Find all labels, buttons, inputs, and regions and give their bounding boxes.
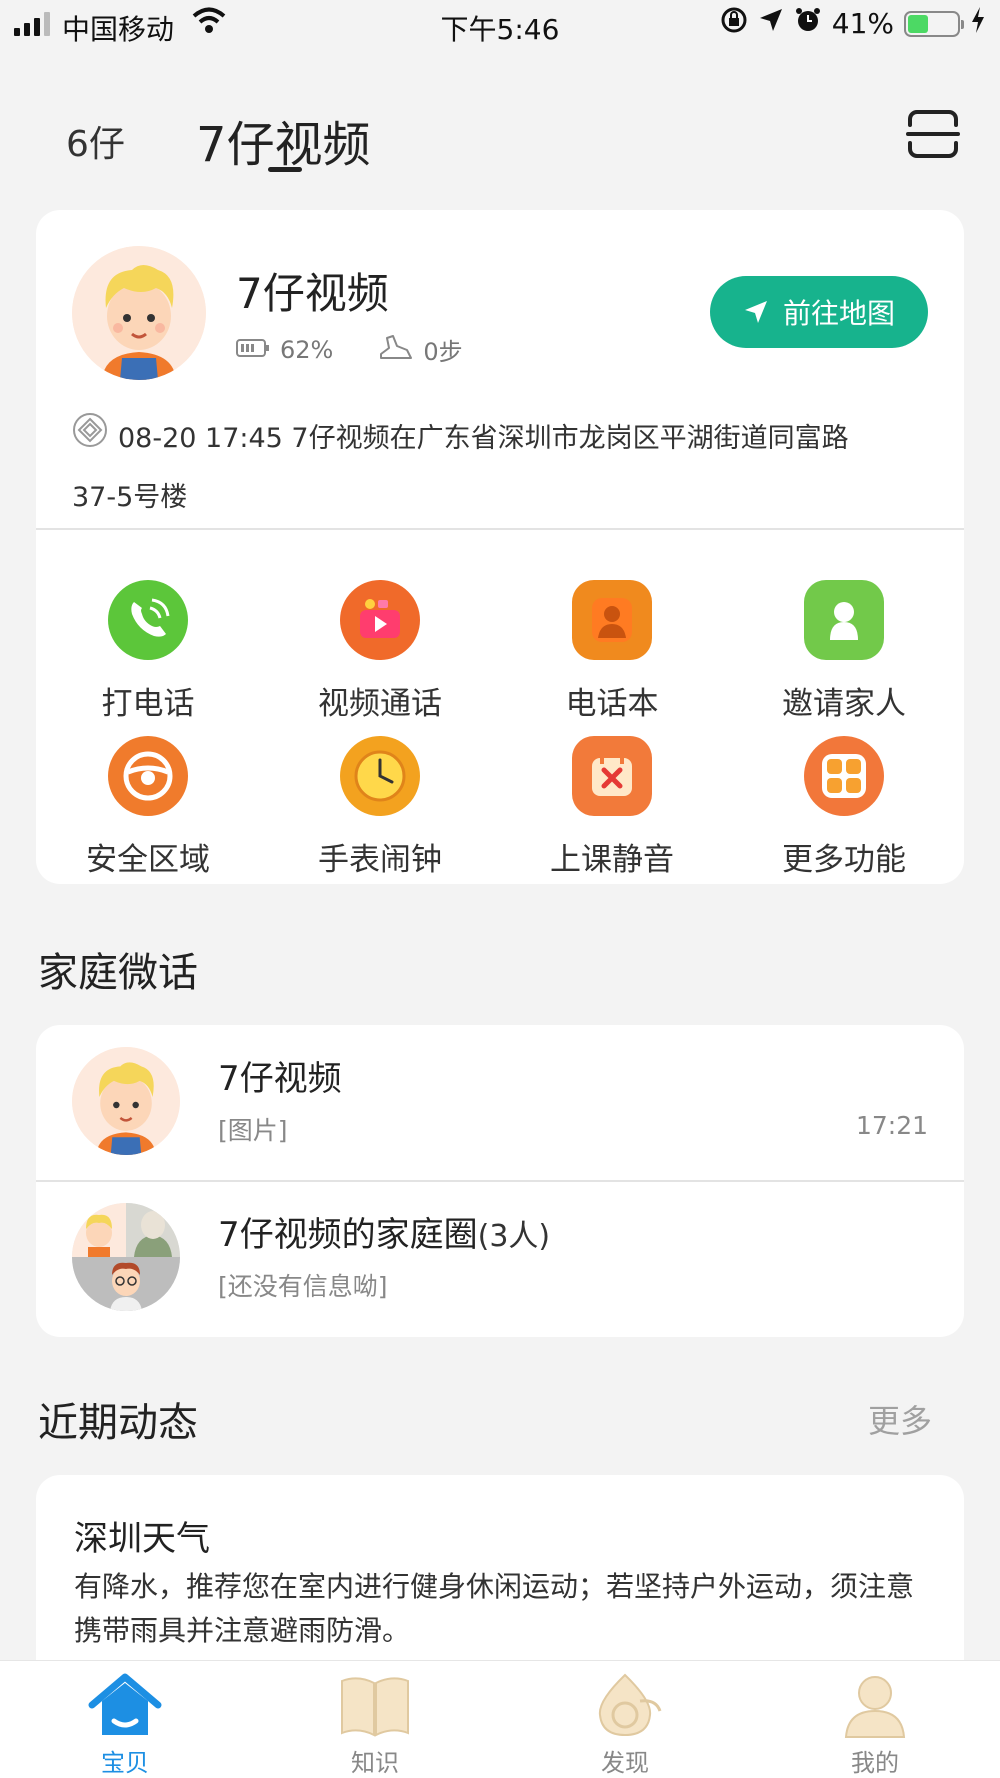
feature-class-mute[interactable]: 上课静音 [522, 724, 702, 884]
weather-title: 深圳天气 [74, 1519, 210, 1559]
book-icon [336, 1671, 414, 1739]
child-name: 7仔视频 [236, 269, 389, 318]
rotation-lock-icon [720, 6, 748, 41]
feature-watch-alarm-label: 手表闹钟 [318, 842, 442, 878]
feature-safe-zone-label: 安全区域 [86, 842, 210, 878]
invite-family-icon [804, 580, 884, 660]
child-avatar[interactable] [72, 246, 206, 380]
nav-baby[interactable]: 宝贝 [0, 1661, 250, 1778]
location-text-line1: 08-20 17:45 7仔视频在广东省深圳市龙岗区平湖街道同富路 [118, 423, 849, 454]
feature-invite-family[interactable]: 邀请家人 [754, 568, 934, 728]
charging-icon [970, 6, 986, 41]
feature-safe-zone[interactable]: 安全区域 [58, 724, 238, 884]
alarm-icon [794, 6, 822, 41]
class-mute-icon [572, 736, 652, 816]
battery-level-icon [236, 336, 270, 364]
nav-discover[interactable]: 发现 [500, 1661, 750, 1778]
location-arrow-icon [758, 7, 784, 40]
tab-child-6[interactable]: 6仔 [66, 115, 125, 167]
feature-video-call[interactable]: 视频通话 [290, 568, 470, 728]
navigation-arrow-icon [744, 301, 767, 323]
feature-class-mute-label: 上课静音 [550, 842, 674, 878]
tab-child-7[interactable]: 7仔视频 [196, 105, 371, 175]
nav-knowledge[interactable]: 知识 [250, 1661, 500, 1778]
feature-invite-family-label: 邀请家人 [782, 686, 906, 722]
battery-level-value: 62% [280, 335, 334, 364]
feature-grid: 打电话 视频通话 电话本 邀请家人 安全区域 手表闹钟 上课静音 更多功能 [36, 550, 964, 884]
feature-contacts-label: 电话本 [565, 686, 659, 722]
battery-percent: 41% [831, 7, 894, 40]
family-circle-last-message: [还没有信息呦] [218, 1272, 388, 1301]
family-chat-heading: 家庭微话 [38, 950, 198, 996]
family-chat-card: 7仔视频 [图片] 17:21 7仔视频的家庭圈(3人) [还没有信息呦] [36, 1025, 964, 1337]
weather-body: 有降水，推荐您在室内进行健身休闲运动；若坚持户外运动，须注意携带雨具并注意避雨防… [74, 1570, 915, 1647]
location-type-icon [72, 411, 108, 469]
active-tab-indicator [268, 167, 302, 172]
header: 6仔 7仔视频 [0, 95, 1000, 185]
more-functions-icon [804, 736, 884, 816]
go-to-map-button[interactable]: 前往地图 [710, 276, 928, 348]
nav-discover-label: 发现 [601, 1749, 649, 1777]
chat-child-time: 17:21 [855, 1111, 928, 1140]
recent-more-link[interactable]: 更多 [868, 1396, 932, 1442]
feature-more-label: 更多功能 [782, 842, 906, 878]
chat-child-last-message: [图片] [218, 1116, 288, 1145]
family-circle-title: 7仔视频的家庭圈(3人) [218, 1207, 550, 1256]
nav-knowledge-label: 知识 [351, 1749, 399, 1777]
status-bar: 中国移动 下午5:46 41% [0, 0, 1000, 50]
chat-row-family-circle[interactable]: 7仔视频的家庭圈(3人) [还没有信息呦] [36, 1181, 964, 1337]
safe-zone-icon [108, 736, 188, 816]
chat-row-child[interactable]: 7仔视频 [图片] 17:21 [36, 1025, 964, 1181]
nav-mine[interactable]: 我的 [750, 1661, 1000, 1778]
nav-mine-label: 我的 [851, 1749, 899, 1777]
feature-video-call-label: 视频通话 [318, 686, 442, 722]
nav-baby-label: 宝贝 [101, 1749, 149, 1777]
phone-icon [108, 580, 188, 660]
child-profile-card: 7仔视频 62% 0步 前往地图 08-20 17:45 7仔视频在广东省深圳市… [36, 210, 964, 884]
scan-icon [906, 110, 960, 158]
location-text-line2: 37-5号楼 [72, 481, 188, 513]
contacts-icon [572, 580, 652, 660]
weather-news-card[interactable]: 深圳天气 有降水，推荐您在室内进行健身休闲运动；若坚持户外运动，须注意携带雨具并… [36, 1475, 964, 1675]
steps-value: 0步 [423, 338, 463, 366]
discover-icon [586, 1671, 664, 1739]
feature-more[interactable]: 更多功能 [754, 724, 934, 884]
feature-call-label: 打电话 [101, 686, 195, 722]
feature-watch-alarm[interactable]: 手表闹钟 [290, 724, 470, 884]
battery-icon [904, 10, 964, 37]
steps-icon [379, 334, 413, 366]
home-icon [86, 1671, 164, 1739]
location-info[interactable]: 08-20 17:45 7仔视频在广东省深圳市龙岗区平湖街道同富路 37-5号楼 [72, 410, 942, 527]
alarm-clock-icon [340, 736, 420, 816]
go-to-map-label: 前往地图 [782, 297, 895, 330]
video-call-icon [340, 580, 420, 660]
profile-icon [836, 1671, 914, 1739]
feature-call[interactable]: 打电话 [58, 568, 238, 728]
family-circle-count: (3人) [477, 1219, 551, 1254]
family-circle-avatar [72, 1203, 180, 1311]
recent-activity-heading: 近期动态 [38, 1400, 198, 1446]
feature-contacts[interactable]: 电话本 [522, 568, 702, 728]
chat-child-title: 7仔视频 [218, 1059, 342, 1099]
profile-divider [36, 528, 964, 530]
device-stats: 62% 0步 [236, 332, 463, 367]
family-circle-name: 7仔视频的家庭圈 [218, 1215, 478, 1255]
chat-child-avatar [72, 1047, 180, 1155]
scan-button[interactable] [906, 109, 960, 159]
bottom-nav: 宝贝 知识 发现 我的 [0, 1660, 1000, 1778]
